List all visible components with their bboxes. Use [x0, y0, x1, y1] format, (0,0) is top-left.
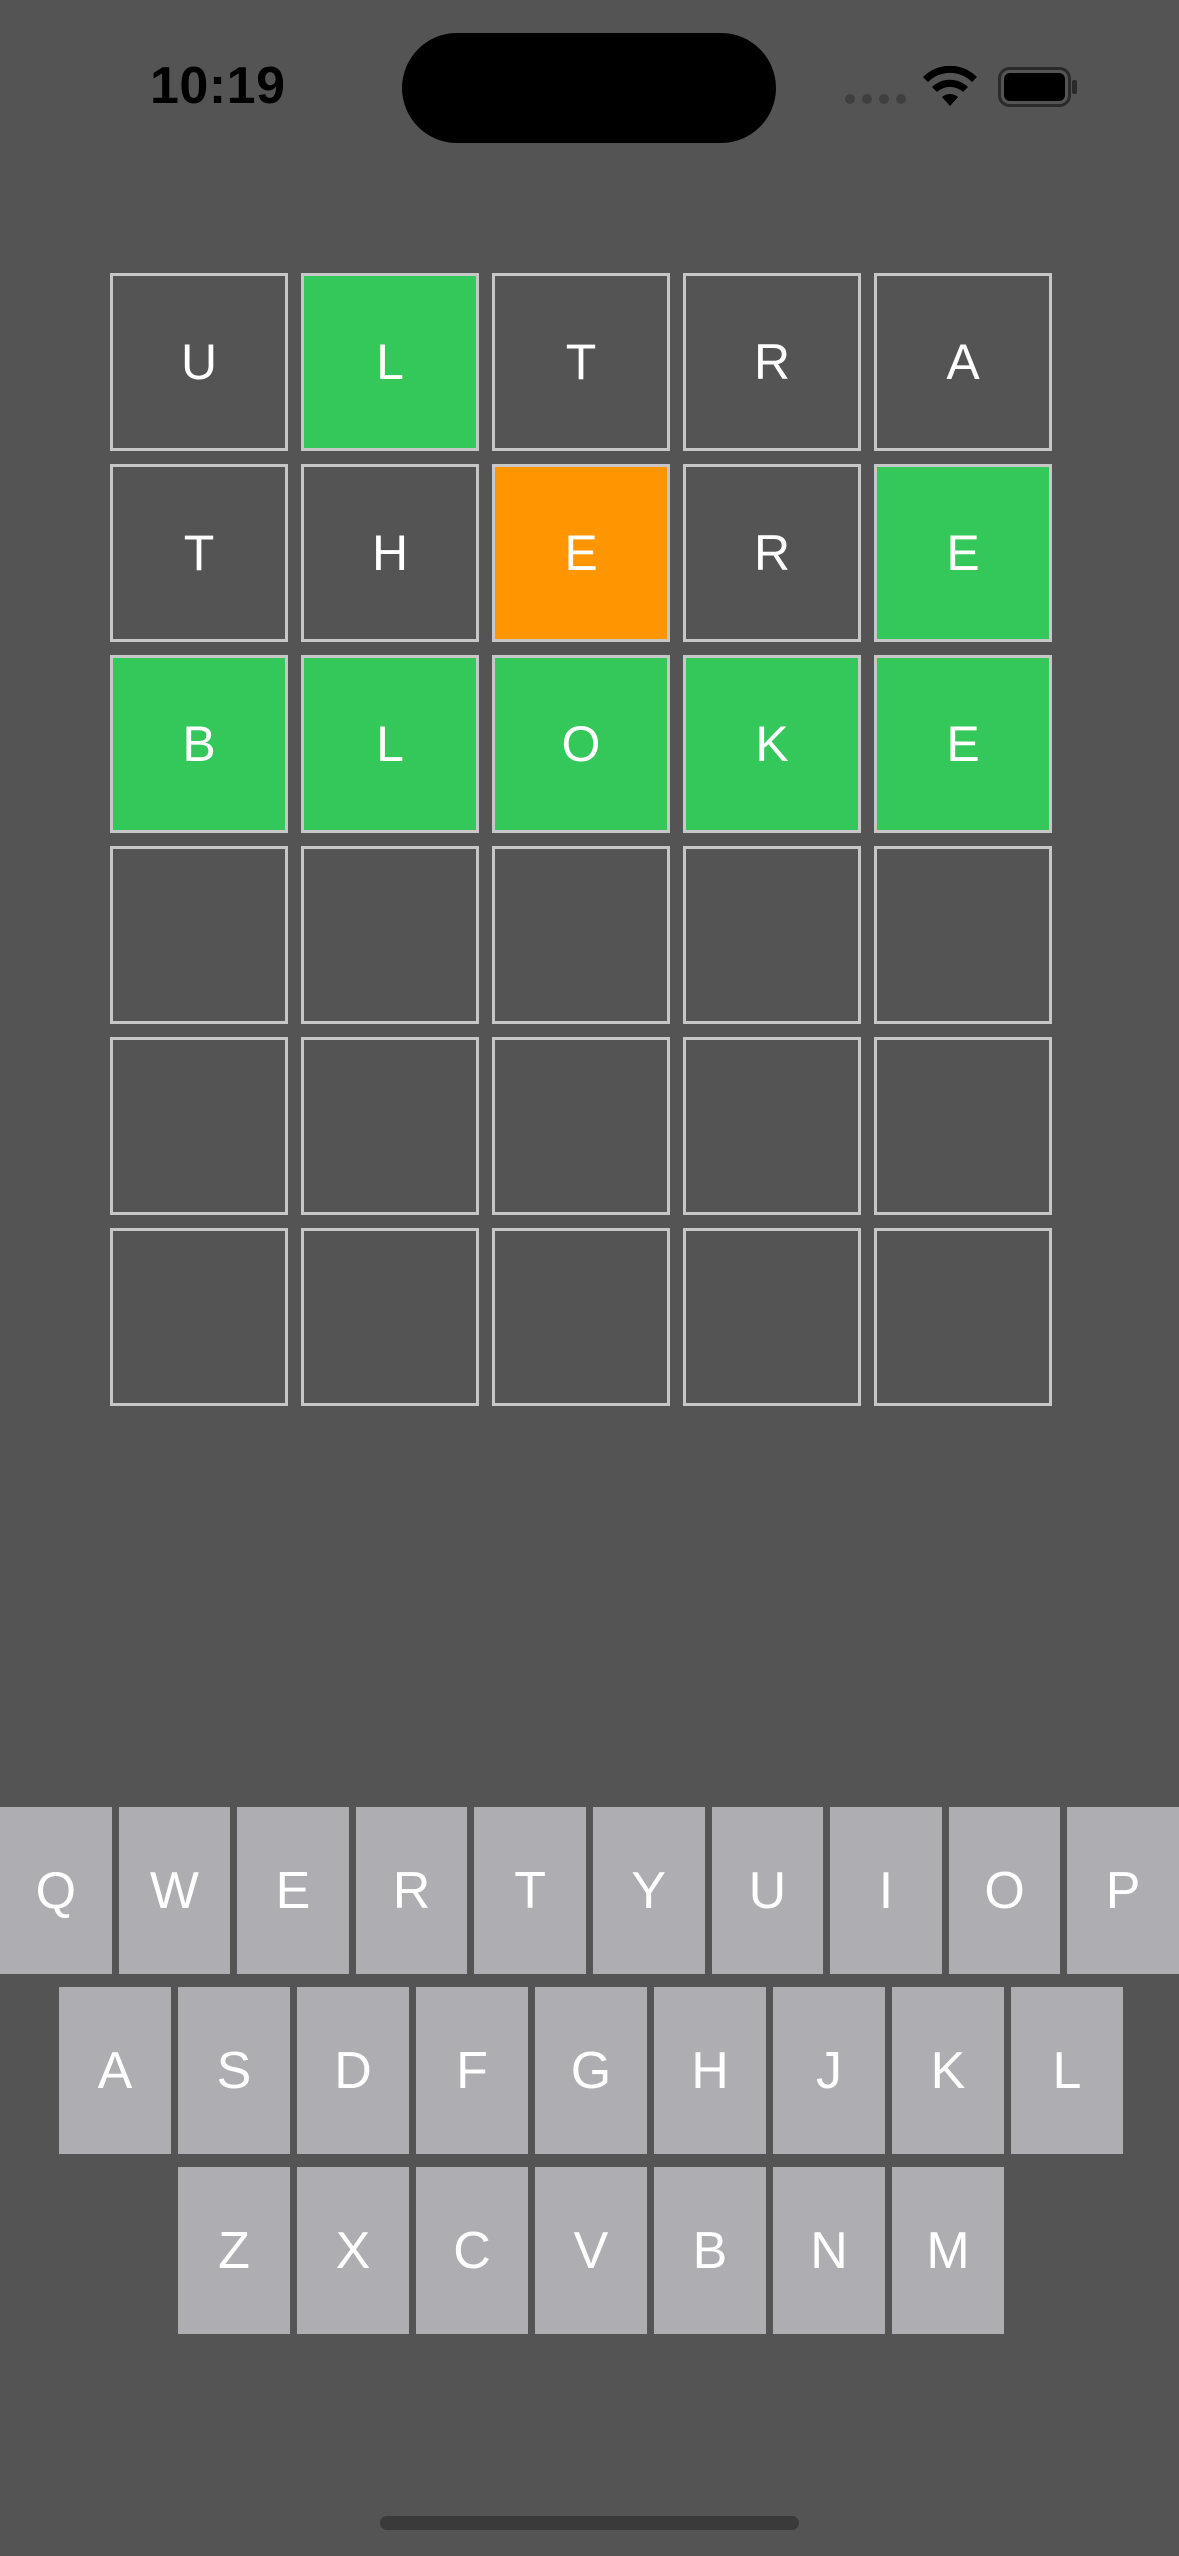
key-h[interactable]: H — [654, 1987, 766, 2154]
tile — [492, 846, 670, 1024]
tile: E — [874, 655, 1052, 833]
tile — [683, 846, 861, 1024]
tile — [110, 1037, 288, 1215]
board-row-2: T H E R E — [110, 464, 1068, 642]
tile — [301, 1228, 479, 1406]
game-screen: 10:19 U L T R A T H E R E B L O K E Q W … — [0, 0, 1179, 2556]
key-u[interactable]: U — [711, 1807, 824, 1974]
key-b[interactable]: B — [654, 2167, 766, 2334]
key-i[interactable]: I — [830, 1807, 942, 1974]
tile — [874, 846, 1052, 1024]
board-row-3: B L O K E — [110, 655, 1068, 833]
tile: O — [492, 655, 670, 833]
keyboard-row-3: Z X C V B N M — [0, 2167, 1179, 2334]
tile: R — [683, 273, 861, 451]
game-board: U L T R A T H E R E B L O K E — [110, 273, 1068, 1419]
board-row-6 — [110, 1228, 1068, 1406]
key-q[interactable]: Q — [0, 1807, 112, 1974]
key-n[interactable]: N — [773, 2167, 885, 2334]
tile: L — [301, 655, 479, 833]
key-j[interactable]: J — [773, 1987, 885, 2154]
key-l[interactable]: L — [1011, 1987, 1123, 2154]
tile — [301, 1037, 479, 1215]
key-e[interactable]: E — [237, 1807, 349, 1974]
tile: T — [492, 273, 670, 451]
key-k[interactable]: K — [892, 1987, 1004, 2154]
key-a[interactable]: A — [59, 1987, 171, 2154]
key-m[interactable]: M — [892, 2167, 1004, 2334]
key-r[interactable]: R — [355, 1807, 468, 1974]
key-t[interactable]: T — [474, 1807, 586, 1974]
key-x[interactable]: X — [297, 2167, 409, 2334]
tile — [110, 846, 288, 1024]
on-screen-keyboard: Q W E R T Y U I O P A S D F G H J K L Z … — [0, 1807, 1179, 2347]
keyboard-row-2: A S D F G H J K L — [0, 1987, 1179, 2154]
tile: E — [874, 464, 1052, 642]
board-row-1: U L T R A — [110, 273, 1068, 451]
key-d[interactable]: D — [297, 1987, 409, 2154]
keyboard-row-1: Q W E R T Y U I O P — [0, 1807, 1179, 1974]
dynamic-island — [402, 33, 776, 143]
key-w[interactable]: W — [118, 1807, 231, 1974]
tile — [492, 1037, 670, 1215]
tile: B — [110, 655, 288, 833]
tile: T — [110, 464, 288, 642]
tile — [492, 1228, 670, 1406]
key-p[interactable]: P — [1067, 1807, 1179, 1974]
key-s[interactable]: S — [178, 1987, 290, 2154]
tile: A — [874, 273, 1052, 451]
tile: K — [683, 655, 861, 833]
home-indicator[interactable] — [380, 2516, 799, 2530]
cellular-signal-icon — [845, 94, 906, 104]
key-c[interactable]: C — [416, 2167, 528, 2334]
wifi-icon — [923, 66, 977, 106]
status-time: 10:19 — [150, 57, 286, 115]
board-row-5 — [110, 1037, 1068, 1215]
key-f[interactable]: F — [416, 1987, 528, 2154]
tile — [110, 1228, 288, 1406]
tile — [874, 1037, 1052, 1215]
tile — [301, 846, 479, 1024]
key-v[interactable]: V — [535, 2167, 647, 2334]
board-row-4 — [110, 846, 1068, 1024]
tile: H — [301, 464, 479, 642]
tile — [683, 1037, 861, 1215]
tile: L — [301, 273, 479, 451]
tile — [683, 1228, 861, 1406]
tile — [874, 1228, 1052, 1406]
key-o[interactable]: O — [948, 1807, 1061, 1974]
tile: R — [683, 464, 861, 642]
tile: U — [110, 273, 288, 451]
key-g[interactable]: G — [535, 1987, 647, 2154]
tile: E — [492, 464, 670, 642]
key-z[interactable]: Z — [178, 2167, 290, 2334]
key-y[interactable]: Y — [592, 1807, 705, 1974]
battery-icon — [998, 67, 1077, 107]
